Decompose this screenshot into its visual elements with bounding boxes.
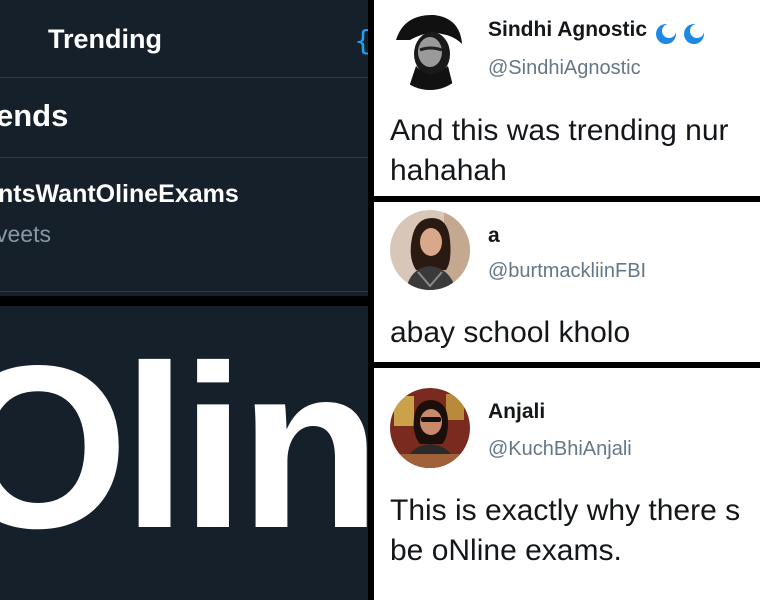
zoomed-text-panel: Oline — [0, 306, 368, 600]
avatar[interactable] — [390, 210, 470, 290]
user-handle[interactable]: @SindhiAgnostic — [488, 57, 641, 80]
section-label: ends — [0, 98, 69, 133]
page-title: Trending — [48, 24, 162, 54]
tweet-card[interactable]: Anjali @KuchBhiAnjali This is exactly wh… — [374, 368, 760, 600]
tweet-text: This is exactly why there s be oNline ex… — [390, 491, 740, 571]
zoomed-word: Oline — [0, 318, 368, 577]
tweet-text: abay school kholo — [390, 313, 630, 353]
display-name[interactable]: a — [488, 224, 500, 248]
water-wave-icon — [654, 22, 710, 49]
trending-screen: Trending { ends ntsWantOlineExams veets — [0, 0, 368, 296]
avatar[interactable] — [390, 388, 470, 468]
trend-tweet-count: veets — [0, 221, 51, 247]
trend-item[interactable]: ntsWantOlineExams veets — [0, 158, 368, 292]
tweet-text-line: hahahah — [390, 154, 507, 187]
trends-section-header: ends — [0, 78, 368, 158]
tweet-text-line: be oNline exams. — [390, 534, 622, 567]
display-name[interactable]: Sindhi Agnostic — [488, 18, 647, 42]
tweet-card[interactable]: Sindhi Agnostic @SindhiAgnostic And this… — [374, 0, 760, 196]
avatar[interactable] — [390, 10, 470, 90]
display-name[interactable]: Anjali — [488, 400, 545, 424]
tweet-text-line: This is exactly why there s — [390, 494, 741, 527]
tweet-card[interactable]: a @burtmackliinFBI abay school kholo — [374, 202, 760, 362]
user-handle[interactable]: @KuchBhiAnjali — [488, 438, 632, 461]
user-handle[interactable]: @burtmackliinFBI — [488, 260, 646, 283]
trend-hashtag[interactable]: ntsWantOlineExams — [0, 180, 239, 209]
tweet-text-line: abay school kholo — [390, 316, 631, 349]
settings-icon[interactable]: { — [354, 24, 368, 57]
tweet-text-line: And this was trending nur — [390, 114, 729, 147]
trending-header: Trending { — [0, 0, 368, 78]
tweet-text: And this was trending nur hahahah — [390, 111, 729, 191]
